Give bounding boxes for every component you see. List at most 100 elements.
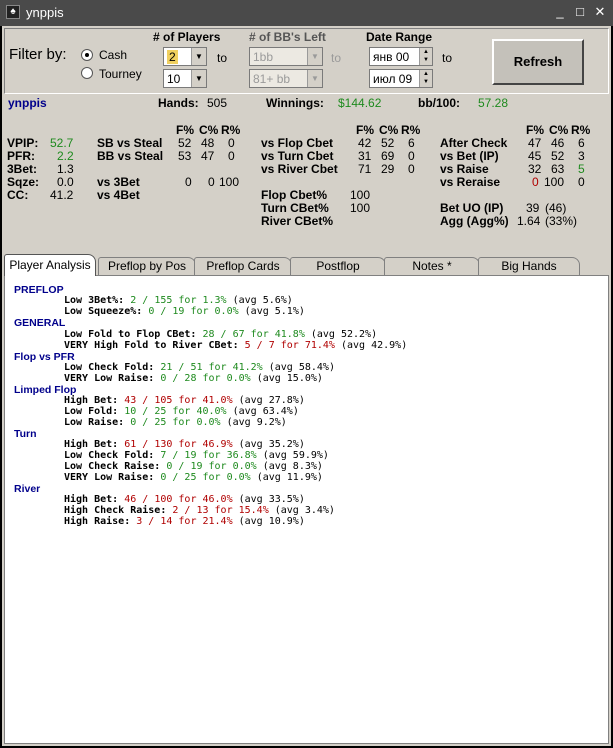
analysis-row: Low Fold to Flop CBet: 28 / 67 for 41.8%… <box>64 329 378 340</box>
vs-river-cbet-r: 0 <box>408 162 415 176</box>
hands-label: Hands: <box>158 96 199 110</box>
minimize-button[interactable]: _ <box>552 4 568 20</box>
analysis-row: Low Check Raise: 0 / 19 for 0.0% (avg 8.… <box>64 461 323 472</box>
analysis-row: Low Squeeze%: 0 / 19 for 0.0% (avg 5.1%) <box>64 306 305 317</box>
bb-steal-label: BB vs Steal <box>97 149 164 163</box>
bb-steal-c: 47 <box>201 149 215 163</box>
col-r-header: R% <box>221 123 241 137</box>
winnings-value: $144.62 <box>338 96 382 110</box>
player-name: ynppis <box>8 96 47 110</box>
after-check-f: 47 <box>528 136 542 150</box>
bb-to-select[interactable]: 81+ bb ▼ <box>249 69 323 88</box>
analysis-row: High Check Raise: 2 / 13 for 15.4% (avg … <box>64 505 335 516</box>
vs-bet-ip-f: 45 <box>528 149 542 163</box>
after-check-label: After Check <box>440 136 508 150</box>
tab-player-analysis[interactable]: Player Analysis <box>4 254 96 276</box>
sb-steal-c: 48 <box>201 136 215 150</box>
cbet-col-f-header: F% <box>356 123 374 137</box>
bet-uo-value: 39 <box>526 201 540 215</box>
vs-river-cbet-f: 71 <box>358 162 372 176</box>
vs-flop-cbet-f: 42 <box>358 136 372 150</box>
analysis-row: Low Check Fold: 7 / 19 for 36.8% (avg 59… <box>64 450 329 461</box>
flop-cbet-value: 100 <box>350 188 371 202</box>
players-header: # of Players <box>153 30 221 44</box>
client-area: Filter by: Cash Tourney # of Players 2 ▼… <box>2 26 611 746</box>
filter-by-label: Filter by: <box>9 46 67 63</box>
vs-raise-c: 63 <box>551 162 565 176</box>
hands-value: 505 <box>207 96 228 110</box>
after-check-r: 6 <box>578 136 585 150</box>
sb-steal-r: 0 <box>228 136 235 150</box>
tab-notes[interactable]: Notes * <box>384 257 480 275</box>
vs-reraise-f: 0 <box>532 175 539 189</box>
date-range-header: Date Range <box>366 30 433 44</box>
vs-flop-cbet-c: 52 <box>381 136 395 150</box>
preflop-heading: PREFLOP <box>14 284 64 296</box>
turn-heading: Turn <box>14 428 37 440</box>
vs-reraise-label: vs Reraise <box>440 175 501 189</box>
analysis-row: High Bet: 61 / 130 for 46.9% (avg 35.2%) <box>64 439 305 450</box>
vs-bet-ip-label: vs Bet (IP) <box>440 149 499 163</box>
cash-label: Cash <box>99 48 128 62</box>
vs3bet-r: 100 <box>219 175 240 189</box>
title-bar[interactable]: ♠ ynppis _ □ ✕ <box>0 0 613 26</box>
bb-to-label: to <box>331 51 342 65</box>
main-window: ♠ ynppis _ □ ✕ Filter by: Cash Tourney #… <box>0 0 613 748</box>
vs-raise-label: vs Raise <box>440 162 489 176</box>
cc-value: 41.2 <box>50 188 74 202</box>
refresh-button[interactable]: Refresh <box>492 39 584 85</box>
vs4bet-label: vs 4Bet <box>97 188 140 202</box>
sqze-label: Sqze: <box>7 175 40 189</box>
vs-reraise-r: 0 <box>578 175 585 189</box>
date-to-input[interactable]: июл 09 ▲ ▼ <box>369 69 433 88</box>
bb-steal-f: 53 <box>178 149 192 163</box>
tourney-radio[interactable] <box>81 67 93 79</box>
analysis-row: VERY Low Raise: 0 / 25 for 0.0% (avg 11.… <box>64 472 323 483</box>
spin-updown-icon[interactable]: ▲ ▼ <box>419 70 432 87</box>
analysis-row: Low Raise: 0 / 25 for 0.0% (avg 9.2%) <box>64 417 287 428</box>
vpip-label: VPIP: <box>7 136 39 150</box>
date-from-input[interactable]: янв 00 ▲ ▼ <box>369 47 433 66</box>
bb100-label: bb/100: <box>418 96 461 110</box>
filter-panel: Filter by: Cash Tourney # of Players 2 ▼… <box>4 28 609 94</box>
threebet-label: 3Bet: <box>7 162 38 176</box>
players-from-select[interactable]: 2 ▼ <box>163 47 207 66</box>
cc-label: CC: <box>7 188 29 202</box>
chevron-down-icon: ▼ <box>307 48 322 65</box>
chevron-down-icon: ▼ <box>191 70 206 87</box>
tab-strip: Player Analysis Preflop by Pos Preflop C… <box>2 254 611 276</box>
vs-turn-cbet-c: 69 <box>381 149 395 163</box>
vs3bet-c: 0 <box>208 175 215 189</box>
window-title: ynppis <box>26 5 64 20</box>
col-c-header: C% <box>199 123 219 137</box>
close-button[interactable]: ✕ <box>592 4 608 20</box>
cbet-col-r-header: R% <box>401 123 421 137</box>
vs-river-cbet-c: 29 <box>381 162 395 176</box>
bb-from-select[interactable]: 1bb ▼ <box>249 47 323 66</box>
chevron-down-icon: ▼ <box>307 70 322 87</box>
pfr-label: PFR: <box>7 149 35 163</box>
cash-radio[interactable] <box>81 49 93 61</box>
analysis-row: Low 3Bet%: 2 / 155 for 1.3% (avg 5.6%) <box>64 295 293 306</box>
sqze-value: 0.0 <box>57 175 74 189</box>
tourney-label: Tourney <box>99 67 142 81</box>
players-to-label: to <box>217 51 228 65</box>
players-to-select[interactable]: 10 ▼ <box>163 69 207 88</box>
analysis-row: High Bet: 46 / 100 for 46.0% (avg 33.5%) <box>64 494 305 505</box>
vs-flop-cbet-r: 6 <box>408 136 415 150</box>
vs-flop-cbet-label: vs Flop Cbet <box>261 136 334 150</box>
player-analysis-panel: PREFLOP Low 3Bet%: 2 / 155 for 1.3% (avg… <box>4 275 609 744</box>
analysis-row: High Raise: 3 / 14 for 21.4% (avg 10.9%) <box>64 516 305 527</box>
tab-postflop[interactable]: Postflop <box>290 257 386 275</box>
spin-updown-icon[interactable]: ▲ ▼ <box>419 48 432 65</box>
tab-big-hands[interactable]: Big Hands <box>478 257 580 275</box>
maximize-button[interactable]: □ <box>572 4 588 20</box>
analysis-row: High Bet: 43 / 105 for 41.0% (avg 27.8%) <box>64 395 305 406</box>
vs-raise-f: 32 <box>528 162 542 176</box>
bet-uo-label: Bet UO (IP) <box>440 201 504 215</box>
date-to-label: to <box>442 51 453 65</box>
sb-steal-f: 52 <box>178 136 192 150</box>
vs-turn-cbet-r: 0 <box>408 149 415 163</box>
tab-preflop-cards[interactable]: Preflop Cards <box>194 257 292 275</box>
tab-preflop-by-pos[interactable]: Preflop by Pos <box>98 257 196 275</box>
